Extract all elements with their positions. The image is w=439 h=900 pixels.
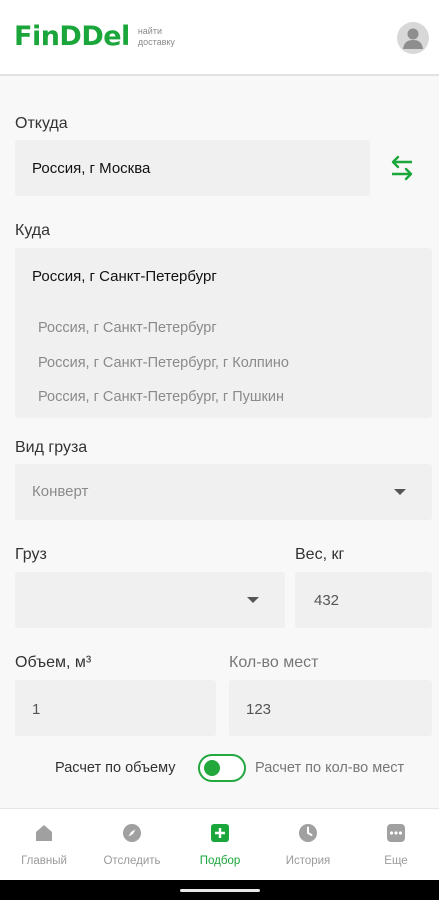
calc-by-volume-label: Расчет по объему <box>55 760 176 776</box>
suggestion-item[interactable]: Россия, г Санкт-Петербург, г Пушкин <box>38 389 284 405</box>
volume-input[interactable]: 1 <box>15 680 216 736</box>
nav-item-more[interactable]: Еще <box>352 809 439 881</box>
plus-square-icon <box>211 824 229 842</box>
compass-icon <box>123 824 141 842</box>
from-label: Откуда <box>15 115 68 132</box>
nav-label: История <box>285 855 331 867</box>
home-icon <box>36 825 52 841</box>
logo-tagline: найти доставку <box>137 26 175 47</box>
suggestion-item[interactable]: Россия, г Санкт-Петербург <box>38 320 217 336</box>
places-input[interactable]: 123 <box>229 680 432 736</box>
nav-item-home[interactable]: Главный <box>0 809 88 881</box>
system-gesture-bar <box>0 880 439 900</box>
volume-label: Объем, м³ <box>15 654 92 671</box>
cargo-select[interactable] <box>15 572 285 628</box>
chevron-down-icon <box>247 597 259 603</box>
weight-input[interactable]: 432 <box>295 572 432 628</box>
nav-label: Еще <box>384 855 408 867</box>
nav-label: Подбор <box>199 855 241 867</box>
volume-value: 1 <box>32 701 41 718</box>
nav-item-selection[interactable]: Подбор <box>176 809 264 881</box>
from-field[interactable]: Россия, г Москва <box>15 140 370 196</box>
calc-mode-row: Расчет по объему Расчет по кол-во мест <box>0 750 439 786</box>
nav-label: Главный <box>21 855 67 867</box>
logo-text: FinDDel <box>14 21 130 52</box>
bottom-nav: Главный Отследить Подбор История Еще <box>0 808 439 880</box>
calc-by-places-label: Расчет по кол-во мест <box>255 760 405 776</box>
nav-item-track[interactable]: Отследить <box>88 809 176 881</box>
cargo-label: Груз <box>15 546 47 563</box>
from-value: Россия, г Москва <box>32 160 151 177</box>
to-value: Россия, г Санкт-Петербург <box>32 268 217 285</box>
home-indicator[interactable] <box>180 889 260 892</box>
app-header: FinDDel найти доставку <box>0 0 439 76</box>
places-value: 123 <box>246 701 272 718</box>
user-avatar-icon[interactable] <box>397 22 429 54</box>
more-icon <box>387 824 405 842</box>
calc-mode-toggle[interactable] <box>198 754 246 782</box>
chevron-down-icon <box>394 489 406 495</box>
toggle-knob <box>204 760 220 776</box>
nav-item-history[interactable]: История <box>264 809 352 881</box>
app-logo[interactable]: FinDDel найти доставку <box>14 22 198 52</box>
cargo-type-value: Конверт <box>32 483 89 500</box>
weight-value: 432 <box>314 592 340 609</box>
places-label: Кол-во мест <box>229 654 319 671</box>
suggestion-item[interactable]: Россия, г Санкт-Петербург, г Колпино <box>38 355 289 371</box>
clock-icon <box>299 824 317 842</box>
weight-label: Вес, кг <box>295 546 345 563</box>
cargo-type-label: Вид груза <box>15 439 88 456</box>
cargo-type-select[interactable]: Конверт <box>15 464 432 520</box>
swap-arrows-icon[interactable] <box>384 150 420 186</box>
nav-label: Отследить <box>103 855 161 867</box>
to-label: Куда <box>15 222 51 239</box>
